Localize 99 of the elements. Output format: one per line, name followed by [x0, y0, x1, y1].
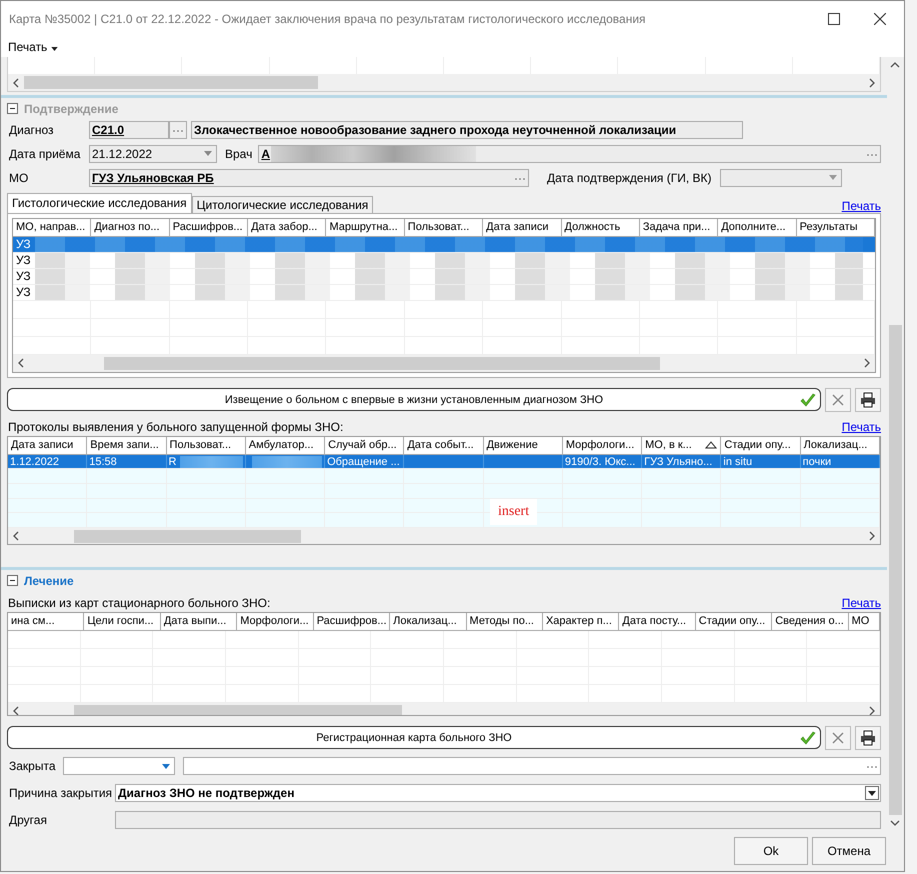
column-header[interactable]: Движение: [484, 436, 563, 454]
print-link[interactable]: Печать: [842, 198, 881, 213]
registration-card-button[interactable]: Регистрационная карта больного ЗНО: [7, 726, 821, 750]
print-link[interactable]: Печать: [842, 420, 881, 434]
column-header[interactable]: Дата посту...: [619, 613, 696, 630]
section-title: Лечение: [24, 574, 74, 588]
column-header[interactable]: Дополните...: [718, 218, 797, 236]
reason-dropdown[interactable]: Диагноз ЗНО не подтвержден: [115, 784, 881, 802]
column-header[interactable]: МО, в к...: [642, 436, 722, 454]
column-header[interactable]: Локализац...: [390, 613, 467, 630]
column-header[interactable]: Диагноз по...: [91, 218, 170, 236]
column-header[interactable]: Расшифров...: [170, 218, 248, 236]
column-header[interactable]: Маршрутна...: [326, 218, 405, 236]
close-icon[interactable]: [874, 13, 886, 25]
overlay-label: insert: [490, 498, 538, 525]
column-header[interactable]: Дата записи: [8, 436, 88, 454]
printer-icon: [860, 392, 876, 408]
column-header[interactable]: Цели госпи...: [84, 613, 161, 630]
ellipsis-icon[interactable]: [515, 178, 525, 180]
text-field[interactable]: [115, 811, 881, 830]
sort-icon: [705, 441, 718, 450]
maximize-icon[interactable]: [828, 13, 840, 25]
horizontal-scrollbar[interactable]: [8, 528, 880, 544]
column-header[interactable]: МО, направ...: [13, 218, 92, 236]
dialog-button[interactable]: Отмена: [812, 837, 886, 865]
table-cell: 9190/3. Юкс...: [564, 456, 636, 468]
table-cell: почки: [802, 456, 832, 468]
close-icon: [831, 730, 845, 745]
tab[interactable]: Цитологические исследования: [192, 196, 374, 213]
close-icon: [831, 392, 845, 407]
diagnosis-code-field[interactable]: С21.0: [89, 120, 169, 139]
ellipsis-icon: [173, 130, 183, 132]
date-field[interactable]: 21.12.2022: [89, 144, 217, 163]
checkmark-icon: [800, 731, 816, 746]
print-link[interactable]: Печать: [842, 596, 881, 610]
column-header[interactable]: Дата выпи...: [160, 613, 238, 630]
column-header[interactable]: Случай обр...: [325, 436, 404, 454]
column-header[interactable]: Дата забор...: [248, 218, 326, 236]
print-button[interactable]: [855, 388, 881, 412]
column-header[interactable]: Расшифров...: [314, 613, 390, 630]
field-label: Дата приёма: [8, 146, 82, 161]
column-header[interactable]: Задача при...: [640, 218, 718, 236]
caret-icon: [50, 47, 58, 51]
column-header[interactable]: Пользоват...: [166, 436, 246, 454]
column-header[interactable]: Результаты: [796, 218, 875, 236]
column-header[interactable]: Характер п...: [542, 613, 620, 630]
ellipsis-icon[interactable]: [867, 154, 877, 156]
horizontal-scrollbar[interactable]: [8, 703, 880, 715]
table-cell: 15:58: [89, 456, 117, 468]
field-label: Другая: [8, 813, 48, 828]
tab[interactable]: Гистологические исследования: [7, 192, 192, 213]
table-cell: 1.12.2022: [10, 456, 59, 468]
column-header[interactable]: Дата записи: [483, 218, 562, 236]
checkmark-icon: [800, 393, 816, 408]
table-caption: Протоколы выявления у больного запущенной формы ЗНО:: [8, 420, 344, 434]
column-header[interactable]: ина см...: [8, 613, 84, 630]
collapse-toggle[interactable]: [7, 575, 18, 586]
column-header[interactable]: Стадии опу...: [696, 613, 772, 630]
column-header[interactable]: Стадии опу...: [721, 436, 801, 454]
section-title: Подтверждение: [24, 102, 118, 116]
horizontal-scrollbar[interactable]: [13, 354, 875, 372]
table-row[interactable]: 1.12.2022 15:58 R Обращение ... 9190/3. Юкс... ГУЗ Ульяно... in situ почки: [8, 454, 880, 470]
table-cell: R: [168, 456, 176, 468]
table-cell: in situ: [723, 456, 752, 468]
menu-item[interactable]: Печать: [5, 40, 61, 54]
notice-button[interactable]: Извещение о больном с впервые в жизни установленным диагнозом ЗНО: [7, 388, 821, 412]
dialog-button[interactable]: Ok: [734, 837, 808, 865]
printer-icon: [860, 730, 876, 746]
column-header[interactable]: Методы по...: [466, 613, 543, 630]
column-header[interactable]: Сведения о...: [772, 613, 849, 630]
table-caption: Выписки из карт стационарного больного ЗНО:: [8, 596, 270, 610]
collapse-toggle[interactable]: [7, 103, 18, 114]
column-header[interactable]: Локализац...: [800, 436, 880, 454]
table-cell: Обращение ...: [327, 456, 400, 468]
field-label: Закрыта: [8, 759, 57, 774]
column-header[interactable]: Дата событ...: [404, 436, 484, 454]
ellipsis-icon[interactable]: [867, 766, 877, 768]
table-cell: ГУЗ Ульяно...: [644, 456, 712, 468]
field-label: МО: [8, 170, 30, 185]
column-header[interactable]: МО: [848, 613, 880, 630]
column-header[interactable]: Морфологи...: [562, 436, 642, 454]
organization-field[interactable]: ГУЗ Ульяновская РБ: [89, 168, 529, 187]
horizontal-scrollbar[interactable]: [8, 74, 880, 91]
doctor-field[interactable]: А: [258, 144, 881, 163]
window-title: Карта №35002 | С21.0 от 22.12.2022 - Ожидает заключения врача по результатам гистологического исследования: [9, 12, 647, 26]
field-label: Причина закрытия: [8, 786, 114, 800]
confirmation-date-field[interactable]: [720, 168, 842, 187]
field-label: Диагноз: [8, 122, 55, 137]
field-label: Врач: [225, 146, 252, 161]
column-header[interactable]: Амбулатор...: [246, 436, 326, 454]
text-field[interactable]: [183, 757, 881, 776]
column-header[interactable]: Время запи...: [87, 436, 167, 454]
column-header[interactable]: Пользоват...: [404, 218, 484, 236]
table-row[interactable]: УЗ: [13, 236, 875, 253]
print-button[interactable]: [855, 726, 881, 750]
field-label: Дата подтверждения (ГИ, ВК): [547, 170, 712, 185]
column-header[interactable]: Должность: [562, 218, 640, 236]
diagnosis-name-field: Злокачественное новообразование заднего прохода неуточненной локализации: [191, 120, 743, 139]
column-header[interactable]: Морфологи...: [237, 613, 314, 630]
